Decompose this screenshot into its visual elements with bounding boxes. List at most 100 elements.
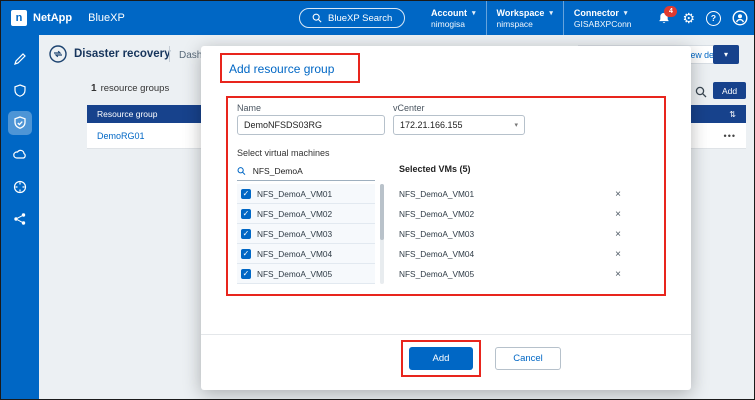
workspace-label: Workspace — [497, 8, 545, 18]
settings-gear-icon[interactable]: ⚙ — [682, 11, 695, 25]
share-nodes-icon — [12, 211, 28, 227]
compass-icon — [12, 179, 28, 195]
vm-checkbox-row[interactable]: ✓ NFS_DemoA_VM02 — [237, 204, 375, 224]
count-number: 1 — [91, 83, 97, 94]
remove-vm-icon[interactable]: × — [613, 189, 623, 200]
select-vms-label: Select virtual machines — [237, 148, 330, 158]
checkbox-checked-icon[interactable]: ✓ — [241, 249, 251, 259]
chevron-down-icon: ▾ — [549, 9, 553, 17]
bluexp-search-button[interactable]: BlueXP Search — [299, 8, 405, 28]
top-bar: n NetApp BlueXP BlueXP Search Account ▾ … — [1, 1, 754, 35]
remove-vm-icon[interactable]: × — [613, 249, 623, 260]
shield-check-icon — [12, 115, 28, 131]
modal-title: Add resource group — [229, 62, 334, 76]
selected-vm-name: NFS_DemoA_VM05 — [399, 269, 474, 279]
checkbox-checked-icon[interactable]: ✓ — [241, 209, 251, 219]
add-resource-group-button[interactable]: Add — [713, 82, 746, 99]
notifications-bell-icon[interactable]: 4 — [657, 11, 671, 26]
title-divider — [169, 46, 170, 62]
vm-name: NFS_DemoA_VM03 — [257, 229, 332, 239]
search-icon — [237, 166, 246, 176]
page-title: Disaster recovery — [74, 48, 171, 60]
vcenter-selected-value: 172.21.166.155 — [400, 120, 463, 130]
account-value: nimogisa — [431, 19, 476, 29]
vcenter-select[interactable]: 172.21.166.155 ▾ — [393, 115, 525, 135]
modal-footer-divider — [201, 334, 691, 335]
connector-menu[interactable]: Connector ▾ GISABXPConn — [563, 1, 642, 35]
sort-icon[interactable]: ⇅ — [729, 110, 736, 119]
checkbox-checked-icon[interactable]: ✓ — [241, 189, 251, 199]
chevron-down-icon: ▾ — [514, 121, 518, 129]
account-label: Account — [431, 8, 467, 18]
selected-vm-row: NFS_DemoA_VM03 × — [399, 224, 623, 244]
brand-name: NetApp — [33, 12, 72, 24]
bluexp-app-window: n NetApp BlueXP BlueXP Search Account ▾ … — [0, 0, 755, 400]
sidebar-item-setup[interactable] — [8, 47, 32, 71]
vm-checkbox-row[interactable]: ✓ NFS_DemoA_VM03 — [237, 224, 375, 244]
vm-name: NFS_DemoA_VM02 — [257, 209, 332, 219]
vm-checkbox-row[interactable]: ✓ NFS_DemoA_VM04 — [237, 244, 375, 264]
vm-list-scrollbar[interactable] — [380, 184, 384, 284]
connector-value: GISABXPConn — [574, 19, 632, 29]
left-nav-sidebar — [1, 35, 39, 399]
scrollbar-thumb[interactable] — [380, 184, 384, 240]
vcenter-label: vCenter — [393, 103, 425, 113]
trial-dropdown-button[interactable]: ▾ — [713, 45, 739, 64]
checkbox-checked-icon[interactable]: ✓ — [241, 269, 251, 279]
sidebar-item-health[interactable] — [8, 79, 32, 103]
vm-checkbox-row[interactable]: ✓ NFS_DemoA_VM05 — [237, 264, 375, 284]
brand: n NetApp BlueXP — [11, 1, 125, 35]
selected-vm-row: NFS_DemoA_VM02 × — [399, 204, 623, 224]
selected-vm-row: NFS_DemoA_VM04 × — [399, 244, 623, 264]
account-menu[interactable]: Account ▾ nimogisa — [421, 1, 486, 35]
selected-vm-name: NFS_DemoA_VM04 — [399, 249, 474, 259]
name-input[interactable] — [237, 115, 385, 135]
chevron-down-icon: ▾ — [472, 9, 476, 17]
resource-group-count: 1 resource groups — [91, 83, 169, 94]
search-label: BlueXP Search — [328, 13, 392, 24]
selected-vm-row: NFS_DemoA_VM05 × — [399, 264, 623, 284]
checkbox-checked-icon[interactable]: ✓ — [241, 229, 251, 239]
sidebar-item-governance[interactable] — [8, 175, 32, 199]
sidebar-item-mobility[interactable] — [8, 143, 32, 167]
remove-vm-icon[interactable]: × — [613, 229, 623, 240]
remove-vm-icon[interactable]: × — [613, 209, 623, 220]
vm-checkbox-list: ✓ NFS_DemoA_VM01 ✓ NFS_DemoA_VM02 ✓ NFS_… — [237, 184, 375, 284]
resource-group-name-link[interactable]: DemoRG01 — [97, 131, 145, 141]
workspace-menu[interactable]: Workspace ▾ nimspace — [486, 1, 563, 35]
chevron-down-icon: ▾ — [624, 9, 628, 17]
vm-name: NFS_DemoA_VM04 — [257, 249, 332, 259]
selected-vms-header: Selected VMs (5) — [399, 164, 471, 174]
search-icon — [312, 13, 322, 23]
shield-icon — [12, 83, 28, 99]
column-header-resource-group: Resource group — [97, 109, 157, 119]
row-actions-icon[interactable]: ••• — [724, 131, 736, 141]
vm-search-box — [237, 162, 375, 181]
modal-cancel-button[interactable]: Cancel — [495, 347, 561, 370]
user-account-icon[interactable] — [732, 10, 748, 26]
count-label: resource groups — [101, 83, 170, 94]
modal-add-button[interactable]: Add — [409, 347, 473, 370]
selected-vm-name: NFS_DemoA_VM03 — [399, 229, 474, 239]
sidebar-item-extend[interactable] — [8, 207, 32, 231]
selected-vm-name: NFS_DemoA_VM02 — [399, 209, 474, 219]
header-menus: Account ▾ nimogisa Workspace ▾ nimspace … — [421, 1, 642, 35]
sidebar-item-protection[interactable] — [8, 111, 32, 135]
vm-checkbox-row[interactable]: ✓ NFS_DemoA_VM01 — [237, 184, 375, 204]
chevron-down-icon: ▾ — [724, 50, 728, 59]
remove-vm-icon[interactable]: × — [613, 269, 623, 280]
netapp-logo-icon: n — [11, 10, 27, 26]
add-resource-group-modal: Add resource group Name vCenter 172.21.1… — [201, 46, 691, 390]
product-name: BlueXP — [88, 12, 125, 24]
selected-vms-list: NFS_DemoA_VM01 × NFS_DemoA_VM02 × NFS_De… — [399, 184, 623, 284]
header-icon-group: 4 ⚙ ? — [657, 1, 748, 35]
disaster-recovery-icon — [48, 44, 68, 64]
connector-label: Connector — [574, 8, 619, 18]
pencil-icon — [12, 51, 28, 67]
vm-name: NFS_DemoA_VM05 — [257, 269, 332, 279]
help-icon[interactable]: ? — [706, 11, 721, 26]
vm-search-input[interactable] — [251, 165, 375, 177]
vm-name: NFS_DemoA_VM01 — [257, 189, 332, 199]
table-search-icon[interactable] — [695, 85, 707, 103]
cloud-icon — [12, 147, 28, 163]
